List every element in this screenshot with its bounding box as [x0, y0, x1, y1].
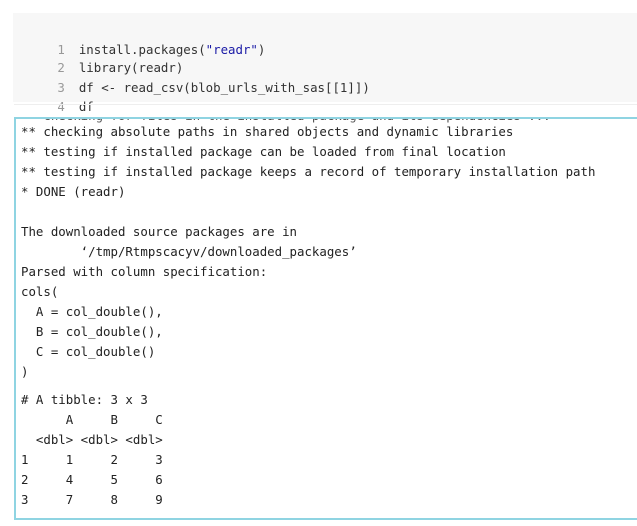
output-line: ** testing if installed package can be l…: [21, 144, 506, 159]
output-line: <dbl> <dbl> <dbl>: [21, 432, 163, 447]
cell-divider: [14, 104, 637, 105]
code-text: ): [257, 42, 266, 57]
code-line-2[interactable]: 2 library(readr): [13, 38, 183, 75]
code-line-4[interactable]: 4 df: [13, 77, 93, 114]
code-line-3[interactable]: 3 df <- read_csv(blob_urls_with_sas[[1]]): [13, 58, 369, 95]
output-line: C = col_double(): [21, 344, 156, 359]
output-area[interactable]: ** checking for files in the installed p…: [14, 117, 637, 520]
output-line: ** checking absolute paths in shared obj…: [21, 124, 514, 139]
code-text: df: [78, 99, 94, 114]
code-cell[interactable]: 1 install.packages("readr") 2 library(read…: [13, 13, 637, 114]
line-number: 4: [57, 99, 65, 114]
output-line: 2 4 5 6: [21, 472, 163, 487]
output-line: # A tibble: 3 x 3: [21, 392, 148, 407]
output-line: A B C: [21, 412, 163, 427]
output-line: 1 1 2 3: [21, 452, 163, 467]
code-text: df <- read_csv(blob_urls_with_sas[[1]]): [78, 80, 370, 95]
code-line-1[interactable]: 1 install.packages("readr"): [13, 20, 265, 57]
string-literal: "readr": [205, 42, 258, 57]
output-line: * DONE (readr): [21, 184, 126, 199]
output-line: ** testing if installed package keeps a …: [21, 164, 596, 179]
output-line: Parsed with column specification:: [21, 264, 268, 279]
output-line: The downloaded source packages are in: [21, 224, 298, 239]
output-line: cols(: [21, 284, 59, 299]
output-line: 3 7 8 9: [21, 492, 163, 507]
output-line: B = col_double(),: [21, 324, 163, 339]
output-line: A = col_double(),: [21, 304, 163, 319]
output-line: ‘/tmp/Rtmpscacyv/downloaded_packages’: [21, 244, 357, 259]
output-line: ): [21, 364, 29, 379]
